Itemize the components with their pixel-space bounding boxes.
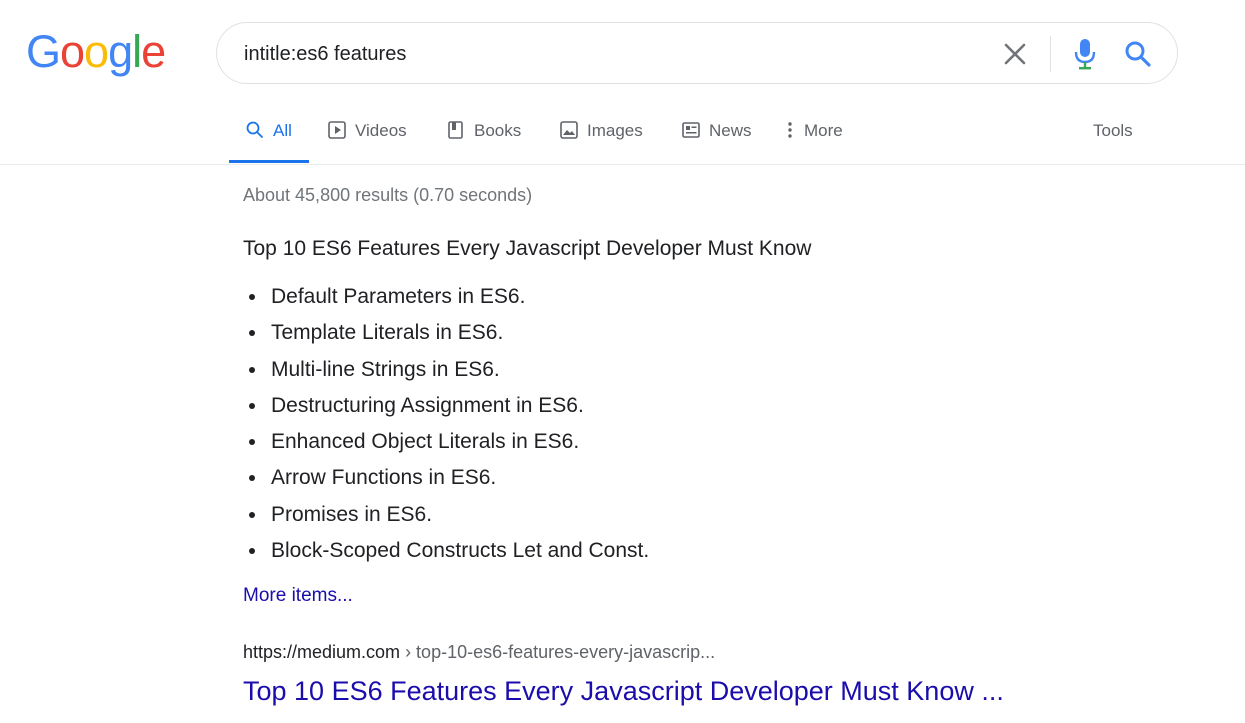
- result-url[interactable]: https://medium.com › top-10-es6-features…: [243, 641, 715, 663]
- tab-label: News: [709, 121, 752, 140]
- logo-letter: G: [26, 26, 61, 77]
- more-vert-icon: [788, 122, 792, 138]
- logo-letter: g: [108, 26, 133, 77]
- tab-label: More: [804, 121, 843, 140]
- search-input[interactable]: [244, 40, 964, 68]
- tab-label: All: [273, 121, 292, 140]
- search-box-divider: [1050, 36, 1051, 72]
- tab-label: Books: [474, 121, 522, 140]
- clear-search-button[interactable]: [1002, 41, 1028, 67]
- search-box: [216, 22, 1178, 84]
- logo-letter: e: [141, 26, 166, 77]
- tab-label: Videos: [355, 121, 407, 140]
- news-icon: [682, 122, 700, 138]
- logo-letter: l: [132, 26, 142, 77]
- search-icon: [246, 121, 263, 138]
- active-tab-indicator: [229, 160, 309, 163]
- tab-more[interactable]: More: [784, 120, 843, 164]
- list-item: Enhanced Object Literals in ES6.: [243, 429, 649, 465]
- list-item: Promises in ES6.: [243, 502, 649, 538]
- result-title-link[interactable]: Top 10 ES6 Features Every Javascript Dev…: [243, 674, 1004, 708]
- list-item: Arrow Functions in ES6.: [243, 465, 649, 501]
- search-button[interactable]: [1123, 39, 1153, 69]
- tab-all[interactable]: All: [245, 120, 292, 164]
- tools-button[interactable]: Tools: [1093, 120, 1133, 142]
- tab-images[interactable]: Images: [559, 120, 643, 164]
- featured-snippet-title: Top 10 ES6 Features Every Javascript Dev…: [243, 237, 812, 260]
- search-icon: [1125, 41, 1151, 67]
- tab-news[interactable]: News: [681, 120, 752, 164]
- image-icon: [560, 121, 578, 139]
- tab-books[interactable]: Books: [446, 120, 521, 164]
- logo-letter: o: [84, 26, 109, 77]
- list-item: Multi-line Strings in ES6.: [243, 357, 649, 393]
- google-logo[interactable]: Google: [26, 26, 166, 78]
- more-items-link[interactable]: More items...: [243, 584, 353, 608]
- list-item: Destructuring Assignment in ES6.: [243, 393, 649, 429]
- tab-label: Images: [587, 121, 643, 140]
- logo-letter: o: [60, 26, 85, 77]
- book-icon: [448, 121, 463, 139]
- close-icon: [1004, 43, 1026, 65]
- list-item: Template Literals in ES6.: [243, 320, 649, 356]
- result-site: https://medium.com: [243, 642, 401, 662]
- result-stats: About 45,800 results (0.70 seconds): [243, 185, 533, 205]
- result-breadcrumb: › top-10-es6-features-every-javascrip...: [400, 642, 716, 662]
- featured-snippet-list: Default Parameters in ES6. Template Lite…: [243, 284, 649, 574]
- voice-search-button[interactable]: [1070, 37, 1100, 71]
- list-item: Default Parameters in ES6.: [243, 284, 649, 320]
- microphone-icon: [1074, 39, 1096, 70]
- search-tabs: All Videos Books Images News More Tools: [0, 108, 1245, 165]
- list-item: Block-Scoped Constructs Let and Const.: [243, 538, 649, 574]
- play-icon: [328, 121, 346, 139]
- tab-videos[interactable]: Videos: [327, 120, 407, 164]
